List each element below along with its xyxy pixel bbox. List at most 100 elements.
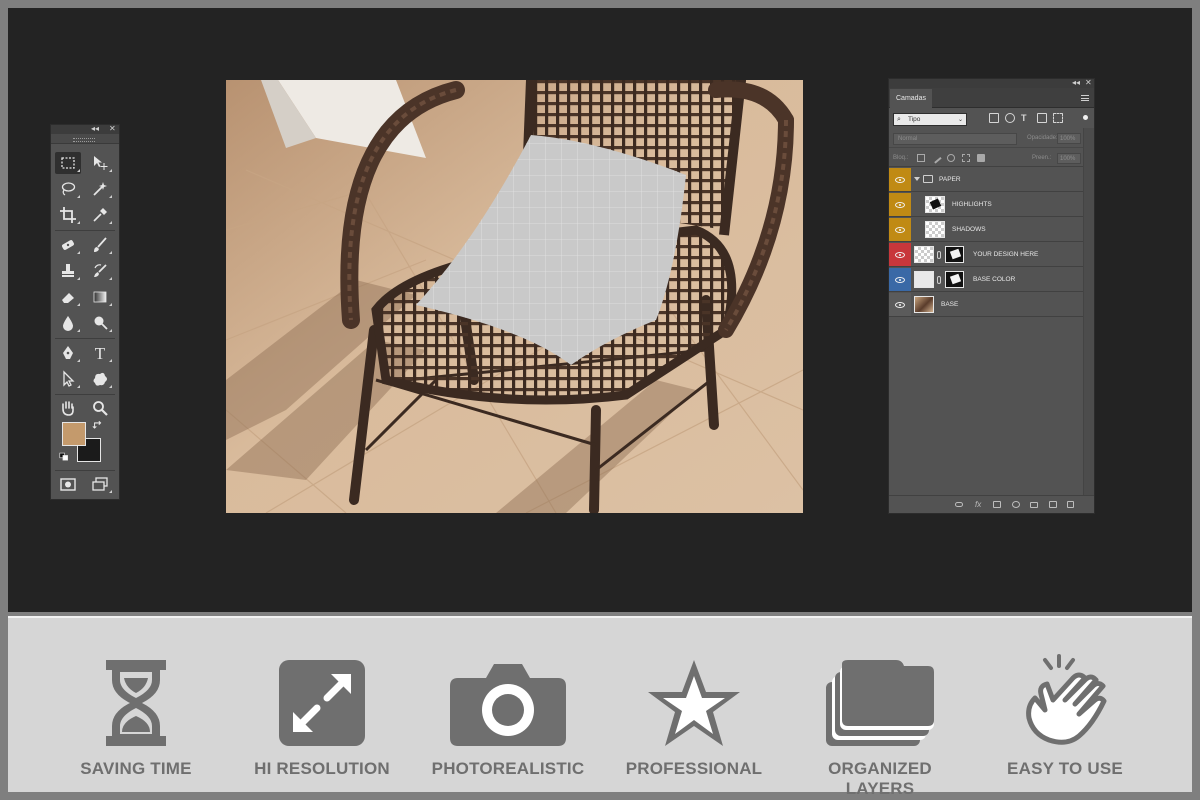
shape-filter-icon[interactable] — [1037, 113, 1047, 123]
layer-base-color[interactable]: BASE COLOR — [889, 268, 1083, 292]
filter-toggle-icon[interactable] — [1083, 115, 1088, 120]
spot-healing-icon[interactable] — [55, 234, 81, 256]
eraser-icon[interactable] — [55, 286, 81, 308]
pixel-filter-icon[interactable] — [989, 113, 999, 123]
layer-filter-select[interactable]: ⌕ Tipo ⌄ — [893, 113, 967, 126]
lock-all-icon[interactable] — [977, 154, 985, 162]
opacity-field[interactable]: 100% — [1057, 133, 1081, 144]
layer-group-paper[interactable]: PAPER — [889, 168, 1083, 192]
layer-name: SHADOWS — [952, 226, 986, 233]
visibility-toggle[interactable] — [889, 218, 911, 241]
eye-icon — [895, 226, 905, 233]
custom-shape-icon[interactable] — [87, 368, 113, 390]
camera-icon — [450, 664, 566, 746]
add-mask-icon[interactable] — [993, 501, 1001, 508]
stacked-folders-icon — [826, 660, 934, 746]
layer-name: BASE — [941, 301, 959, 308]
close-icon[interactable]: ✕ — [1085, 78, 1092, 88]
collapse-icon[interactable]: ◂◂ — [91, 124, 99, 134]
dodge-icon[interactable] — [87, 312, 113, 334]
layer-base[interactable]: BASE — [889, 293, 1083, 317]
tools-panel: ◂◂ ✕ T — [50, 124, 120, 500]
lock-label: Bloq.: — [893, 155, 909, 161]
filter-kind-value: Tipo — [908, 116, 921, 123]
clone-stamp-icon[interactable] — [55, 260, 81, 282]
fill-label: Preen.: — [1032, 155, 1052, 161]
features-bar: SAVING TIME HI RESOLUTION PHOTOREALISTIC… — [8, 616, 1192, 798]
new-layer-icon[interactable] — [1049, 501, 1057, 508]
zoom-icon[interactable] — [87, 397, 113, 419]
folder-icon — [923, 175, 933, 183]
quick-mask-icon[interactable] — [55, 473, 81, 495]
feature-label: HI RESOLUTION — [254, 759, 390, 778]
blend-row: Normal Opacidade: 100% — [889, 130, 1094, 148]
layer-your-design-here[interactable]: YOUR DESIGN HERE — [889, 243, 1083, 267]
move-icon[interactable] — [87, 152, 113, 174]
lock-row: Bloq.: Preen.: 100% — [889, 149, 1094, 167]
pen-icon[interactable] — [55, 342, 81, 364]
crop-icon[interactable] — [55, 204, 81, 226]
feature-label: EASY TO USE — [1007, 759, 1123, 778]
fill-field[interactable]: 100% — [1057, 153, 1081, 164]
default-colors-icon[interactable] — [57, 451, 71, 463]
visibility-toggle[interactable] — [889, 268, 911, 291]
layer-name: YOUR DESIGN HERE — [973, 251, 1039, 258]
tab-layers[interactable]: Camadas — [890, 89, 932, 108]
collapse-icon[interactable]: ◂◂ — [1072, 78, 1080, 88]
eye-icon — [895, 176, 905, 183]
layer-shadows[interactable]: SHADOWS — [889, 218, 1083, 242]
rectangular-marquee-icon[interactable] — [55, 152, 81, 174]
lock-artboard-icon[interactable] — [962, 154, 970, 162]
search-icon: ⌕ — [897, 116, 901, 123]
expand-arrows-icon — [279, 660, 365, 746]
lock-position-icon[interactable] — [947, 154, 955, 162]
history-brush-icon[interactable] — [87, 260, 113, 282]
layers-footer-toolbar: fx — [889, 495, 1094, 513]
expand-chevron-icon[interactable] — [914, 177, 920, 181]
foreground-color-swatch[interactable] — [62, 422, 86, 446]
delete-layer-icon[interactable] — [1067, 501, 1074, 508]
chair-photo — [226, 80, 803, 513]
smart-object-filter-icon[interactable] — [1053, 113, 1063, 123]
close-icon[interactable]: ✕ — [109, 124, 116, 134]
eye-icon — [895, 301, 905, 308]
visibility-toggle[interactable] — [889, 168, 911, 191]
path-selection-icon[interactable] — [55, 368, 81, 390]
swap-colors-icon[interactable] — [91, 419, 105, 431]
new-group-icon[interactable] — [1030, 502, 1038, 508]
layers-scrollbar[interactable] — [1083, 128, 1094, 495]
fx-icon[interactable]: fx — [975, 501, 983, 509]
visibility-toggle[interactable] — [889, 243, 911, 266]
document-canvas[interactable] — [226, 80, 803, 513]
gradient-icon[interactable] — [87, 286, 113, 308]
screen-mode-icon[interactable] — [87, 473, 113, 495]
panel-menu-icon[interactable] — [1081, 95, 1089, 101]
type-filter-icon[interactable]: T — [1021, 113, 1031, 123]
feature-organized-layers: ORGANIZED LAYERS — [795, 618, 965, 798]
link-layers-icon[interactable] — [955, 502, 963, 507]
magic-wand-icon[interactable] — [87, 178, 113, 200]
lock-transparent-icon[interactable] — [917, 154, 925, 162]
feature-label: ORGANIZED LAYERS — [828, 759, 932, 798]
blur-icon[interactable] — [55, 312, 81, 334]
layer-highlights[interactable]: HIGHLIGHTS — [889, 193, 1083, 217]
brush-icon[interactable] — [87, 234, 113, 256]
type-icon[interactable]: T — [87, 342, 113, 364]
panel-grip[interactable] — [51, 134, 119, 144]
adjustment-layer-icon[interactable] — [1012, 501, 1020, 508]
hand-icon[interactable] — [55, 397, 81, 419]
hourglass-icon — [106, 660, 166, 746]
adjustment-filter-icon[interactable] — [1005, 113, 1015, 123]
visibility-toggle[interactable] — [889, 193, 911, 216]
type-glyph: T — [94, 343, 106, 363]
fill-thumbnail — [914, 271, 934, 288]
blend-mode-select[interactable]: Normal — [893, 133, 1017, 145]
lock-image-icon[interactable] — [930, 152, 942, 164]
lasso-icon[interactable] — [55, 178, 81, 200]
layers-panel: ◂◂ ✕ Camadas ⌕ Tipo ⌄ T Normal Opacidade… — [888, 78, 1095, 514]
feature-label: SAVING TIME — [80, 759, 192, 778]
link-icon — [937, 276, 941, 284]
visibility-toggle[interactable] — [889, 293, 911, 316]
eye-icon — [895, 201, 905, 208]
eyedropper-icon[interactable] — [87, 204, 113, 226]
